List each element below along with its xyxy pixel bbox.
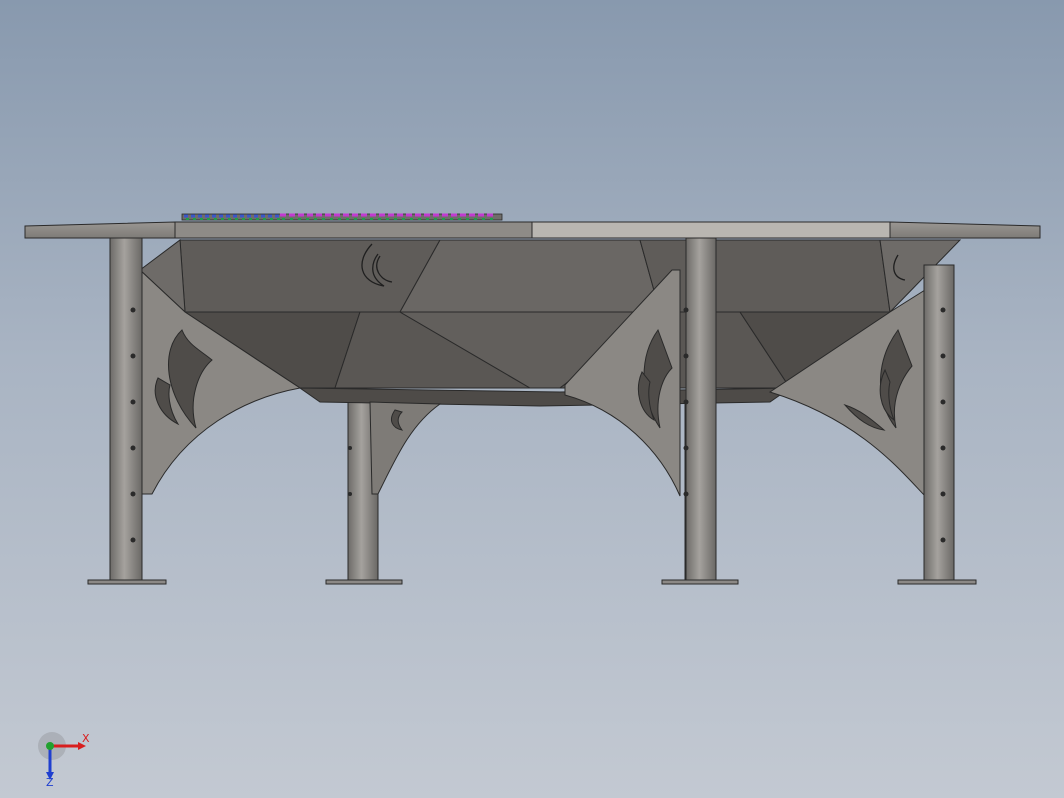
z-axis-label: Z <box>46 776 54 788</box>
fire-pit-table-model[interactable] <box>0 0 1064 798</box>
back-bracket-left <box>369 401 442 495</box>
x-axis-label: X <box>82 732 90 745</box>
y-axis-dot <box>46 742 54 750</box>
table-top <box>24 221 1041 239</box>
cooking-grate <box>181 213 503 221</box>
axis-triad: X Z <box>38 732 90 788</box>
graphics-viewport[interactable]: X Z <box>0 0 1064 798</box>
